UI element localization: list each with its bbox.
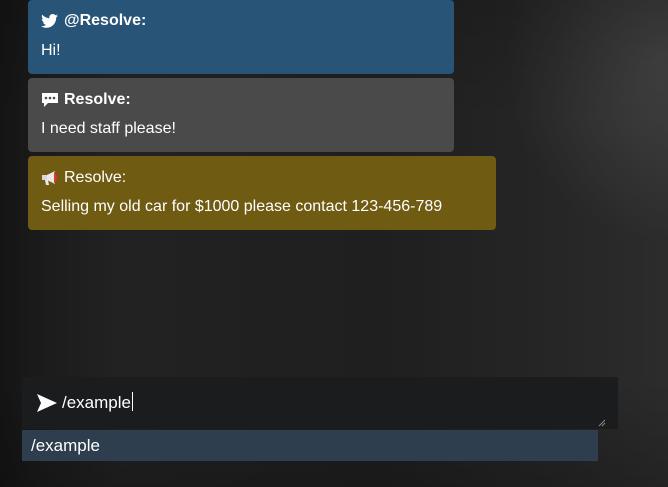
message-header: Resolve:	[41, 90, 441, 110]
resize-handle-icon[interactable]	[598, 414, 606, 427]
chat-input-text: /example	[62, 393, 131, 412]
chat-message-chat: Resolve: I need staff please!	[28, 78, 454, 152]
message-text: I need staff please!	[41, 120, 176, 137]
message-author: Resolve:	[64, 91, 131, 108]
twitter-bird-icon	[41, 11, 61, 31]
message-header: @Resolve:	[41, 11, 441, 31]
message-header: Resolve:	[41, 168, 483, 188]
message-text: Selling my old car for $1000 please cont…	[41, 198, 443, 215]
megaphone-icon	[41, 168, 61, 188]
chat-input[interactable]: /example	[22, 377, 618, 429]
chat-input-value[interactable]: /example	[62, 392, 133, 414]
message-author: Resolve:	[64, 169, 127, 186]
message-text: Hi!	[41, 42, 61, 59]
speech-bubble-icon	[41, 90, 61, 110]
chat-message-twitter: @Resolve: Hi!	[28, 0, 454, 74]
message-author: @Resolve:	[64, 12, 147, 29]
chat-message-advertisement: Resolve: Selling my old car for $1000 pl…	[28, 156, 496, 230]
command-suggestion-item[interactable]: /example	[22, 430, 598, 461]
text-caret	[131, 392, 133, 411]
send-arrow-icon	[36, 393, 58, 413]
